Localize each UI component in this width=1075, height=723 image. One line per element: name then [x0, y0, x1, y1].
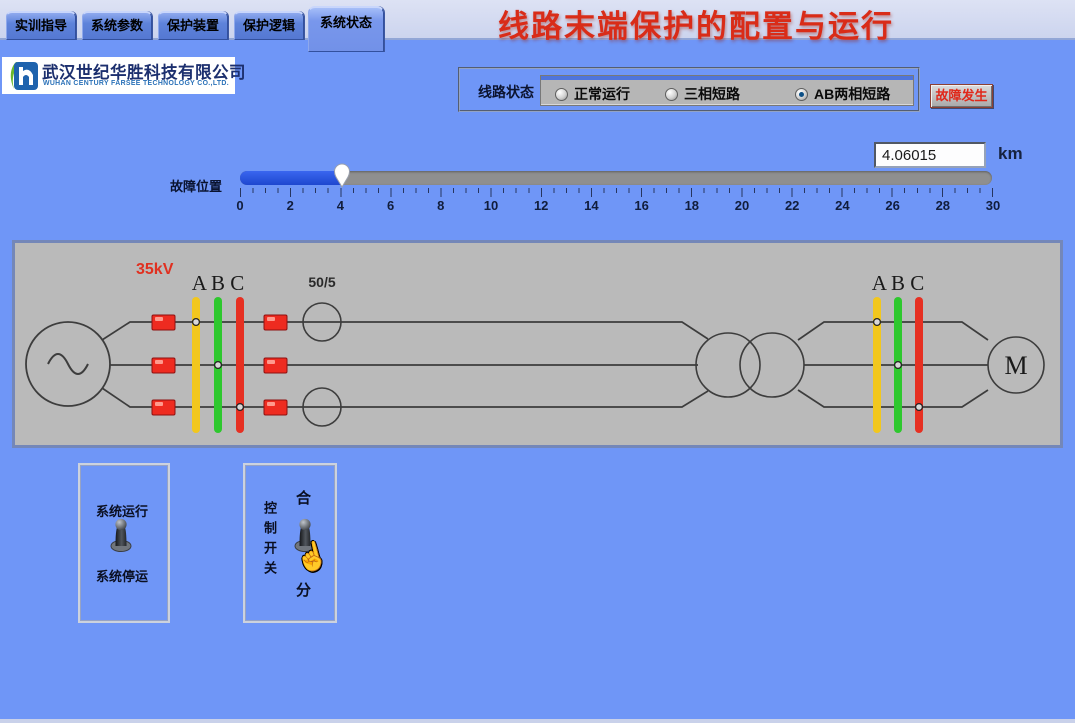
- tab-strip: 实训指导 系统参数 保护装置 保护逻辑 系统状态 线路末端保护的配置与运行: [0, 0, 1075, 40]
- tick-label: 22: [785, 198, 799, 213]
- source-bus-label: A B C: [192, 271, 245, 295]
- system-switch-knob[interactable]: [109, 515, 133, 553]
- tick-label: 2: [287, 198, 294, 213]
- tick-label: 0: [236, 198, 243, 213]
- radio-three-phase-short[interactable]: 三相短路: [665, 84, 740, 104]
- line-status-label: 线路状态: [478, 82, 534, 102]
- ct-ratio-label: 50/5: [308, 274, 335, 290]
- page-title: 线路末端保护的配置与运行: [498, 1, 894, 46]
- generator-symbol: [26, 322, 110, 406]
- tick-label: 18: [685, 198, 699, 213]
- tick-label: 16: [634, 198, 648, 213]
- tab-system-params[interactable]: 系统参数: [82, 11, 152, 40]
- circuit-diagram-panel: M 35kV A B C 50/5 A B C: [12, 240, 1063, 448]
- radio-icon[interactable]: [665, 88, 678, 101]
- open-position-label: 分: [296, 579, 311, 600]
- radio-normal-operation[interactable]: 正常运行: [555, 84, 630, 104]
- fault-distance-input[interactable]: [874, 142, 986, 168]
- radio-label: 正常运行: [574, 84, 630, 104]
- motor-symbol: M: [988, 337, 1044, 393]
- tab-protection-logic[interactable]: 保护逻辑: [234, 11, 304, 40]
- fault-position-label: 故障位置: [170, 176, 222, 195]
- single-line-diagram: M 35kV A B C 50/5 A B C: [15, 243, 1060, 445]
- tick-label: 8: [437, 198, 444, 213]
- transformer-symbol: [696, 333, 804, 397]
- line-status-groupbox: 线路状态 正常运行 三相短路 AB两相短路: [458, 67, 920, 112]
- tick-label: 12: [534, 198, 548, 213]
- load-bus-label: A B C: [872, 271, 925, 295]
- system-stop-label: 系统停运: [96, 566, 148, 585]
- major-ticks: [240, 188, 993, 197]
- control-switch-panel: 控制开关 合 ☝ 分: [243, 463, 337, 623]
- tick-label: 28: [936, 198, 950, 213]
- radio-label: 三相短路: [684, 84, 740, 104]
- radio-ab-two-phase-short[interactable]: AB两相短路: [795, 84, 890, 104]
- tab-system-status[interactable]: 系统状态: [308, 6, 384, 52]
- close-position-label: 合: [296, 487, 311, 508]
- tick-label: 30: [986, 198, 1000, 213]
- company-logo: 武汉世纪华胜科技有限公司 WUHAN CENTURY FARSEE TECHNO…: [2, 57, 235, 94]
- tab-training-guide[interactable]: 实训指导: [6, 11, 76, 40]
- tab-protection-device[interactable]: 保护装置: [158, 11, 228, 40]
- tick-label: 26: [885, 198, 899, 213]
- motor-label: M: [1004, 351, 1027, 380]
- tick-label: 20: [735, 198, 749, 213]
- tick-label: 10: [484, 198, 498, 213]
- company-name-en: WUHAN CENTURY FARSEE TECHNOLOGY CO.,LTD.: [43, 80, 229, 87]
- control-switch-label: 控制开关: [260, 501, 279, 581]
- distance-unit-label: km: [998, 144, 1023, 164]
- tick-label: 6: [387, 198, 394, 213]
- phase-lines: [102, 322, 988, 407]
- fault-position-slider-track[interactable]: [240, 171, 992, 185]
- slider-tick-labels: 0 2 4 6 8 10 12 14 16 18 20 22 24 26 28 …: [240, 198, 993, 214]
- radio-icon[interactable]: [555, 88, 568, 101]
- voltage-label: 35kV: [136, 261, 174, 278]
- farsee-logo-icon: [6, 60, 40, 92]
- tick-label: 24: [835, 198, 849, 213]
- slider-fill: [240, 171, 342, 185]
- fault-occur-button[interactable]: 故障发生: [930, 84, 993, 108]
- radio-label: AB两相短路: [814, 84, 890, 104]
- slider-thumb[interactable]: [333, 162, 351, 188]
- tick-label: 14: [584, 198, 598, 213]
- slider-ruler: [240, 188, 993, 198]
- hand-cursor-icon: ☝: [292, 537, 332, 576]
- bottom-edge-strip: [0, 719, 1075, 723]
- radio-icon[interactable]: [795, 88, 808, 101]
- tick-label: 4: [337, 198, 344, 213]
- system-run-switch-panel: 系统运行 系统停运: [78, 463, 170, 623]
- line-status-radio-panel: 正常运行 三相短路 AB两相短路: [540, 75, 914, 106]
